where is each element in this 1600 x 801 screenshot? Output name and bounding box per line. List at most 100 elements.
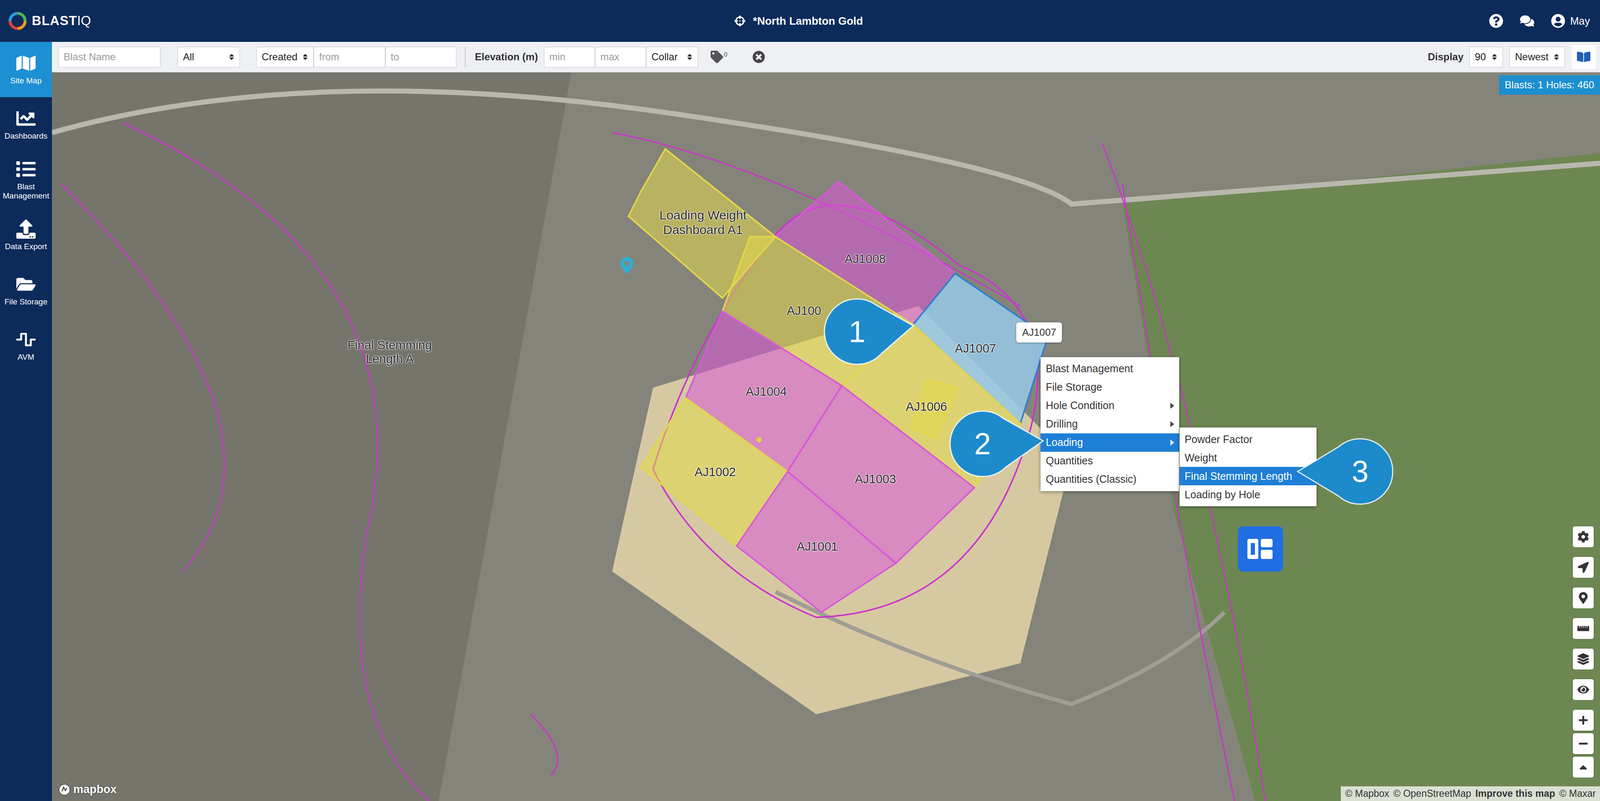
display-label: Display [1427,51,1464,63]
sidebar-item[interactable]: Blast Management [0,152,52,208]
submenu-arrow-icon [1170,402,1175,409]
blast-area[interactable] [736,471,896,613]
visibility-button[interactable] [1572,679,1594,701]
data-export-icon [16,219,36,239]
sort-arrows-icon [301,53,310,61]
book-icon [1576,50,1591,64]
navigate-button[interactable] [1572,556,1594,578]
blast-label: AJ1002 [681,465,749,480]
top-actions: May [863,13,1590,29]
zoom-in-button[interactable] [1572,709,1594,731]
clear-filters[interactable] [752,50,766,64]
sidebar-item[interactable]: AVM [0,318,52,374]
file-storage-icon [16,274,36,294]
ruler-icon [1577,622,1590,635]
date-field-select[interactable]: Created [256,46,314,68]
main: All Created Elevation (m) Collar 0 Display 90 N… [51,41,1600,801]
callout-number: 2 [974,426,992,462]
zoom-out-button[interactable] [1572,733,1594,755]
app: BLASTIQ *North Lambton Gold May Site MapDas… [0,0,1600,801]
callout-number: 3 [1351,454,1369,489]
sidebar-item[interactable]: File Storage [0,262,52,319]
map-pin-icon [618,257,636,274]
separator [464,46,466,68]
user-menu[interactable]: May [1551,13,1590,29]
map-attribution: © Mapbox© OpenStreetMapImprove this map©… [1340,786,1600,801]
blast-label: AJ1004 [732,384,800,399]
menu-item[interactable]: File Storage [1040,378,1180,397]
menu-item[interactable]: Hole Condition [1040,396,1180,415]
avm-icon [16,329,36,350]
menu-item[interactable]: Drilling [1040,414,1180,434]
location-icon [1577,592,1590,604]
sidebar: Site MapDashboardsBlast ManagementData E… [0,41,52,801]
plus-icon [1578,715,1589,726]
user-icon [1551,13,1566,29]
submenu-arrow-icon [1170,439,1175,446]
menu-item[interactable]: Loading [1040,433,1180,452]
menu-item[interactable]: Quantities (Classic) [1040,470,1180,489]
callout-bubble-icon [899,360,1067,528]
compass-button[interactable] [1572,756,1594,778]
blast-summary: Blasts: 1 Holes: 460 [1499,75,1600,95]
from-input[interactable] [313,46,386,68]
sort-arrows-icon [227,53,236,61]
blast-label: AJ1006 [893,400,961,415]
zoom-controls [1572,709,1594,778]
submenu-item[interactable]: Weight [1179,448,1317,467]
gear-icon [1577,530,1590,543]
menu-item[interactable]: Blast Management [1040,359,1180,379]
help-icon[interactable] [1489,13,1504,29]
layers-button[interactable] [1572,648,1594,670]
submenu-item[interactable]: Powder Factor [1179,430,1317,449]
elevation-label: Elevation (m) [474,51,539,63]
location-button[interactable] [1572,587,1594,609]
submenu-item[interactable]: Final Stemming Length [1179,466,1317,486]
context-menu: Blast ManagementFile StorageHole Conditi… [1040,357,1180,492]
location-pin[interactable] [618,257,636,274]
body: Site MapDashboardsBlast ManagementData E… [0,41,1600,801]
callout-number: 1 [848,314,866,349]
minus-icon [1578,738,1589,749]
callout: 2 [899,360,1067,528]
display-order-select[interactable]: Newest [1509,46,1565,68]
submenu-item[interactable]: Loading by Hole [1179,485,1317,504]
map-canvas[interactable] [51,72,1600,801]
blast-marker[interactable] [1237,526,1284,572]
blast-label: AJ100 [770,304,838,319]
sidebar-item[interactable]: Data Export [0,207,52,263]
menu-item[interactable]: Quantities [1040,451,1180,471]
blast-label: AJ1007 [941,342,1009,356]
blast-label: Loading Weight Dashboard A1 [652,208,754,238]
mapbox-logo[interactable]: mapbox [58,783,117,797]
blast-label: AJ1008 [831,252,899,266]
status-select[interactable]: All [177,46,240,68]
tag-icon [710,50,724,64]
top-bar: BLASTIQ *North Lambton Gold May [0,0,1600,42]
brand[interactable]: BLASTIQ [7,10,735,31]
chat-icon[interactable] [1520,13,1535,29]
map-label: Final Stemming Length A [341,337,439,366]
north-arrow-icon [1576,760,1590,774]
attribution-credit[interactable]: Improve this map [1475,788,1555,800]
layers-icon [1577,653,1590,665]
elevation-min-input[interactable] [543,46,596,68]
mapbox-mark-icon [58,783,71,797]
measure-button[interactable] [1572,618,1594,639]
to-input[interactable] [385,46,457,68]
sidebar-item[interactable]: Site Map [0,41,52,98]
elevation-reference-select[interactable]: Collar [646,46,699,68]
settings-button[interactable] [1572,526,1594,548]
callout: 1 [773,247,941,416]
elevation-max-input[interactable] [595,46,647,68]
display-count-select[interactable]: 90 [1469,46,1503,68]
sidebar-item[interactable]: Dashboards [0,97,52,153]
brand-name: BLASTIQ [31,13,91,29]
tag-filter[interactable]: 0 [710,50,728,64]
blast-name-input[interactable] [58,46,161,68]
site-map[interactable]: Loading Weight Dashboard A1 AJ1008 AJ100 AJ… [51,72,1600,801]
attribution-credit: © OpenStreetMap [1393,788,1472,800]
site-selector[interactable]: *North Lambton Gold [734,14,864,28]
blast-marker-icon [1245,536,1276,562]
panel-toggle[interactable] [1571,44,1596,70]
